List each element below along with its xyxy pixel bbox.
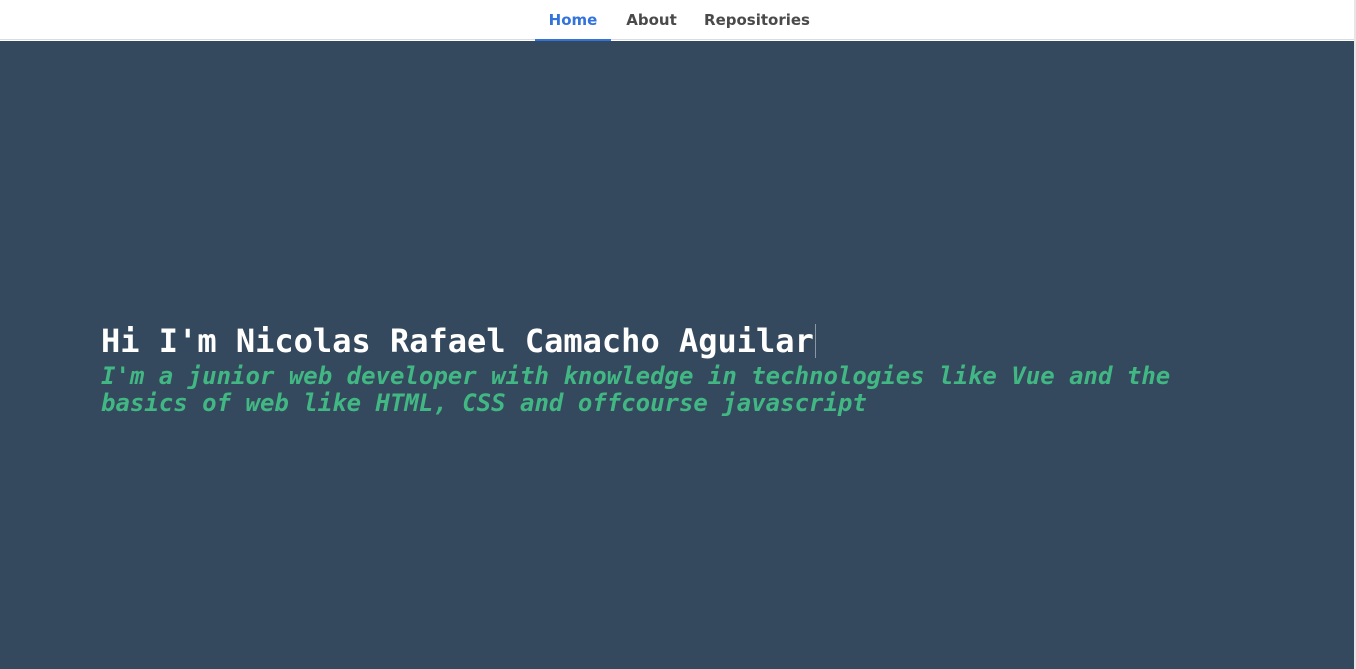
- top-navbar: Home About Repositories: [0, 0, 1356, 41]
- tab-home[interactable]: Home: [535, 0, 611, 41]
- hero-subtitle: I'm a junior web developer with knowledg…: [101, 362, 1171, 417]
- tab-about-label: About: [626, 11, 677, 29]
- hero-title: Hi I'm Nicolas Rafael Camacho Aguilar: [101, 321, 816, 361]
- typing-caret: [814, 324, 816, 358]
- tab-repositories[interactable]: Repositories: [692, 0, 822, 40]
- page: Home About Repositories Hi I'm Nicolas R…: [0, 0, 1356, 669]
- tab-home-label: Home: [548, 11, 598, 29]
- tab-about[interactable]: About: [611, 0, 692, 40]
- hero-section: Hi I'm Nicolas Rafael Camacho Aguilar I'…: [0, 41, 1354, 669]
- hero-title-text: Hi I'm Nicolas Rafael Camacho Aguilar: [101, 322, 814, 360]
- tab-repositories-label: Repositories: [704, 11, 810, 29]
- nav-tabs: Home About Repositories: [535, 0, 822, 41]
